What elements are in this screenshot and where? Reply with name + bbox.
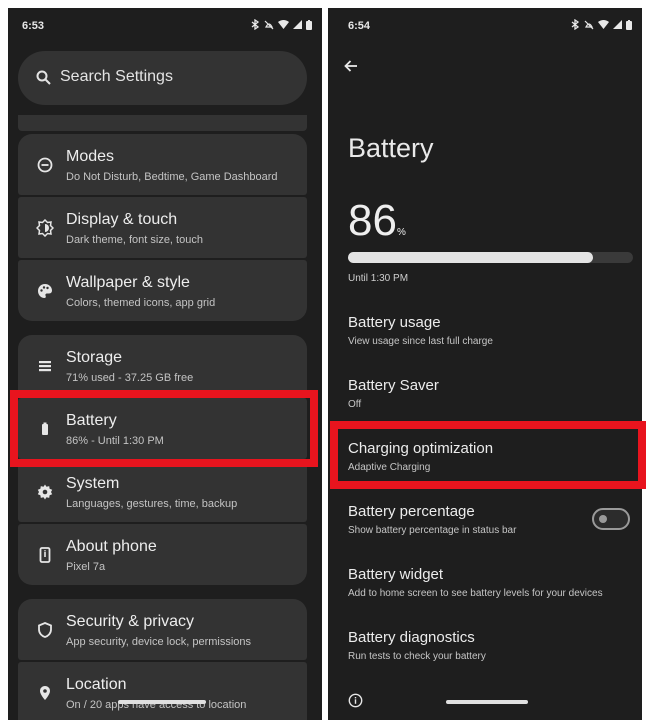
settings-item-location[interactable]: Location On / 20 apps have access to loc… — [18, 662, 307, 720]
status-bar: 6:53 — [8, 8, 322, 44]
settings-item-display-touch[interactable]: Display & touch Dark theme, font size, t… — [18, 197, 307, 258]
battery-saver-item[interactable]: Battery Saver Off — [348, 377, 633, 410]
brightness-icon — [36, 219, 54, 237]
item-subtitle: Run tests to check your battery — [348, 651, 486, 662]
battery-level-bar — [348, 252, 633, 263]
battery-percent: 86% — [348, 196, 406, 246]
battery-status-icon — [626, 19, 632, 30]
item-title: Battery usage — [348, 314, 441, 331]
shield-icon — [38, 622, 52, 638]
wifi-icon — [598, 20, 609, 29]
toggle-knob — [599, 515, 607, 523]
page-title: Battery — [348, 133, 434, 163]
settings-item-title: System — [66, 475, 120, 492]
battery-percentage-item[interactable]: Battery percentage Show battery percenta… — [348, 503, 578, 536]
item-title: Battery widget — [348, 566, 444, 583]
search-settings-bar[interactable]: Search Settings — [18, 51, 307, 105]
battery-widget-item[interactable]: Battery widget Add to home screen to see… — [348, 566, 633, 599]
battery-percentage-toggle[interactable] — [592, 508, 630, 530]
battery-until: Until 1:30 PM — [348, 273, 409, 284]
settings-item-about-phone[interactable]: About phone Pixel 7a — [18, 524, 307, 585]
item-subtitle: Add to home screen to see battery levels… — [348, 588, 603, 599]
search-icon — [36, 70, 51, 85]
item-subtitle: View usage since last full charge — [348, 336, 493, 347]
gesture-nav-bar[interactable] — [118, 700, 206, 704]
settings-item-wallpaper-style[interactable]: Wallpaper & style Colors, themed icons, … — [18, 260, 307, 321]
status-time: 6:54 — [348, 20, 371, 32]
search-placeholder: Search Settings — [60, 68, 173, 85]
item-title: Battery Saver — [348, 377, 439, 394]
battery-level-fill — [348, 252, 594, 263]
item-subtitle: Off — [348, 399, 362, 410]
settings-item-subtitle: 71% used - 37.25 GB free — [66, 372, 194, 384]
item-title: Battery diagnostics — [348, 629, 475, 646]
wifi-icon — [278, 20, 289, 29]
settings-item-partial[interactable] — [18, 115, 307, 131]
settings-item-subtitle: Pixel 7a — [66, 561, 106, 573]
bluetooth-icon — [251, 19, 260, 30]
settings-item-subtitle: Languages, gestures, time, backup — [66, 498, 238, 510]
bluetooth-icon — [571, 19, 580, 30]
mute-icon — [264, 20, 274, 29]
settings-item-storage[interactable]: Storage 71% used - 37.25 GB free — [18, 335, 307, 396]
battery-usage-item[interactable]: Battery usage View usage since last full… — [348, 314, 633, 347]
phone-info-icon — [39, 547, 51, 563]
item-title: Battery percentage — [348, 503, 475, 520]
battery-percent-unit: % — [396, 227, 406, 238]
signal-icon — [293, 20, 302, 29]
battery-screen: 6:54 Battery 86% Until 1:30 PM Battery u… — [328, 8, 642, 720]
settings-item-subtitle: Dark theme, font size, touch — [66, 234, 203, 246]
settings-item-title: Storage — [66, 349, 123, 366]
settings-item-title: Wallpaper & style — [66, 274, 190, 291]
settings-item-modes[interactable]: Modes Do Not Disturb, Bedtime, Game Dash… — [18, 134, 307, 195]
gear-icon — [37, 484, 53, 500]
settings-item-subtitle: App security, device lock, permissions — [66, 636, 252, 648]
status-bar: 6:54 — [328, 8, 642, 44]
gesture-nav-bar[interactable] — [446, 700, 528, 704]
palette-icon — [38, 284, 52, 298]
battery-diagnostics-item[interactable]: Battery diagnostics Run tests to check y… — [348, 629, 633, 662]
mute-icon — [584, 20, 594, 29]
settings-item-subtitle: Colors, themed icons, app grid — [66, 297, 216, 309]
battery-status-icon — [306, 19, 312, 30]
signal-icon — [613, 20, 622, 29]
status-time: 6:53 — [22, 20, 45, 32]
info-icon[interactable] — [348, 693, 363, 708]
settings-item-subtitle: Do Not Disturb, Bedtime, Game Dashboard — [66, 171, 278, 183]
status-icons — [251, 19, 312, 30]
battery-percent-value: 86 — [348, 196, 397, 245]
settings-item-system[interactable]: System Languages, gestures, time, backup — [18, 461, 307, 522]
settings-item-title: Modes — [66, 148, 115, 165]
settings-item-title: About phone — [66, 538, 157, 555]
highlight-battery-item — [10, 390, 318, 467]
settings-item-title: Location — [66, 676, 127, 693]
item-subtitle: Show battery percentage in status bar — [348, 525, 517, 536]
settings-item-security-privacy[interactable]: Security & privacy App security, device … — [18, 599, 307, 660]
back-arrow-icon[interactable] — [344, 60, 358, 72]
minus-circle-icon — [37, 157, 53, 173]
storage-icon — [39, 361, 51, 372]
status-icons — [571, 19, 632, 30]
settings-screen: 6:53 Search Settings Modes Do Not Distur… — [8, 8, 322, 720]
location-pin-icon — [40, 686, 50, 700]
highlight-charging-optimization — [330, 421, 646, 489]
settings-item-title: Security & privacy — [66, 613, 195, 630]
settings-item-title: Display & touch — [66, 211, 178, 228]
